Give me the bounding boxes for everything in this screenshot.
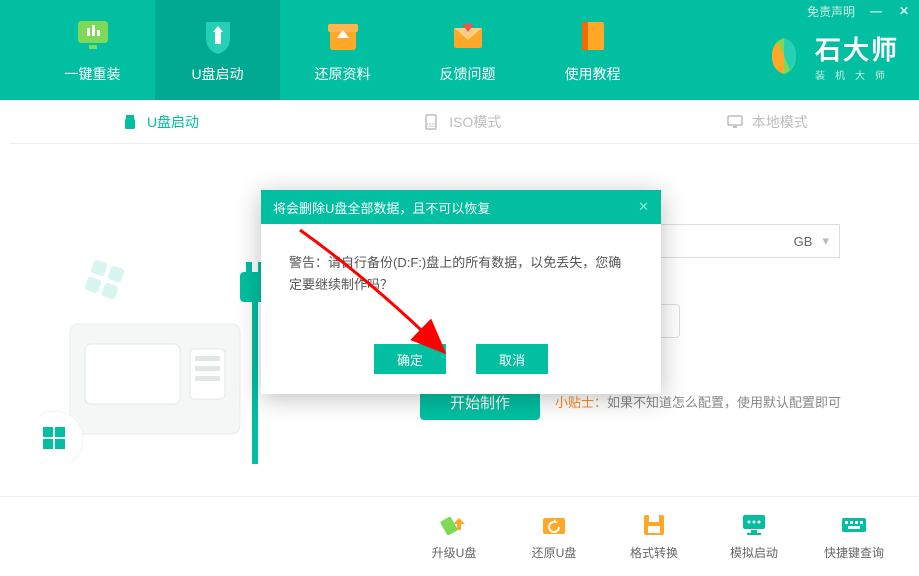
monitor-dots-icon — [739, 512, 769, 538]
monitor-icon — [73, 16, 113, 56]
nav-label: 还原资料 — [315, 64, 371, 84]
tab-label: U盘启动 — [147, 112, 199, 132]
brand-logo-icon — [763, 35, 805, 77]
nav-restore[interactable]: 还原资料 — [280, 0, 405, 100]
svg-text:ISO: ISO — [427, 123, 436, 129]
titlebar: 免责声明 — ✕ — [807, 0, 911, 22]
tool-hotkey[interactable]: 快捷键查询 — [819, 512, 889, 561]
chevron-down-icon: ▾ — [822, 233, 829, 249]
nav-label: 一键重装 — [65, 64, 121, 84]
minimize-button[interactable]: — — [869, 4, 883, 18]
dialog-close-button[interactable]: ✕ — [638, 199, 649, 215]
nav-label: U盘启动 — [191, 64, 243, 84]
box-up-icon — [323, 16, 363, 56]
tool-simulate[interactable]: 模拟启动 — [719, 512, 789, 561]
cancel-button[interactable]: 取消 — [476, 344, 548, 374]
mode-tabs: U盘启动 ISO ISO模式 本地模式 — [10, 100, 919, 144]
nav-uboot[interactable]: U盘启动 — [155, 0, 280, 100]
tool-label: 还原U盘 — [532, 544, 577, 561]
tab-iso[interactable]: ISO ISO模式 — [310, 100, 615, 143]
confirm-dialog: 将会删除U盘全部数据，且不可以恢复 ✕ 警告：请自行备份(D:F:)盘上的所有数… — [261, 190, 661, 394]
dropdown-tail: GB — [794, 234, 813, 249]
shield-usb-icon — [198, 16, 238, 56]
tool-format[interactable]: 格式转换 — [619, 512, 689, 561]
tool-label: 模拟启动 — [730, 544, 778, 561]
dialog-footer: 确定 取消 — [261, 334, 661, 394]
tip-label: 小贴士： — [555, 395, 607, 410]
tool-label: 升级U盘 — [432, 544, 477, 561]
restore-icon — [539, 512, 569, 538]
tab-uboot[interactable]: U盘启动 — [10, 100, 310, 143]
monitor-small-icon — [726, 113, 744, 131]
brand-text: 石大师 装机大师 — [815, 30, 899, 82]
ok-button[interactable]: 确定 — [374, 344, 446, 374]
nav-feedback[interactable]: 反馈问题 — [405, 0, 530, 100]
nav-reinstall[interactable]: 一键重装 — [30, 0, 155, 100]
brand: 石大师 装机大师 — [763, 30, 899, 82]
tip-text: 小贴士：如果不知道怎么配置，使用默认配置即可 — [555, 392, 841, 411]
tool-upgrade-usb[interactable]: 升级U盘 — [419, 512, 489, 561]
usb-up-icon — [439, 512, 469, 538]
tip-body: 如果不知道怎么配置，使用默认配置即可 — [607, 395, 841, 410]
main-nav: 一键重装 U盘启动 还原资料 反馈问题 使用教程 — [0, 0, 655, 100]
topbar: 一键重装 U盘启动 还原资料 反馈问题 使用教程 免责声 — [0, 0, 919, 100]
envelope-icon — [448, 16, 488, 56]
save-icon — [639, 512, 669, 538]
nav-tutorial[interactable]: 使用教程 — [530, 0, 655, 100]
tab-local[interactable]: 本地模式 — [615, 100, 919, 143]
usb-icon — [121, 113, 139, 131]
tool-label: 快捷键查询 — [824, 544, 884, 561]
dialog-title: 将会删除U盘全部数据，且不可以恢复 — [273, 198, 490, 217]
dialog-body: 警告：请自行备份(D:F:)盘上的所有数据，以免丢失，您确定要继续制作吗？ — [261, 224, 661, 334]
nav-label: 反馈问题 — [440, 64, 496, 84]
tool-label: 格式转换 — [630, 544, 678, 561]
tab-label: 本地模式 — [752, 112, 808, 132]
nav-label: 使用教程 — [565, 64, 621, 84]
dialog-header: 将会删除U盘全部数据，且不可以恢复 ✕ — [261, 190, 661, 224]
brand-name: 石大师 — [815, 30, 899, 67]
brand-sub: 装机大师 — [815, 67, 899, 82]
tab-label: ISO模式 — [449, 112, 501, 132]
keyboard-icon — [839, 512, 869, 538]
book-icon — [573, 16, 613, 56]
bottom-tools: 升级U盘 还原U盘 格式转换 模拟启动 快捷键查询 — [0, 496, 919, 576]
disclaimer-link[interactable]: 免责声明 — [807, 3, 855, 20]
close-button[interactable]: ✕ — [897, 4, 911, 18]
iso-icon: ISO — [423, 113, 441, 131]
tool-restore-usb[interactable]: 还原U盘 — [519, 512, 589, 561]
